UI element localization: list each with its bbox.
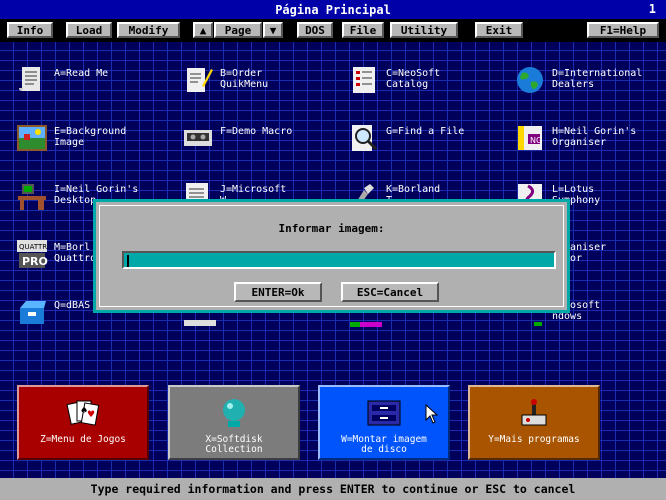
item-label: A=Read Me	[54, 68, 109, 79]
games-menu-label: Z=Menu de Jogos	[40, 434, 126, 445]
page-title: Página Principal	[275, 2, 391, 17]
svg-text:NG: NG	[530, 136, 542, 145]
item-label: H=Neil Gorin's Organiser	[552, 126, 637, 148]
item-label: F=Demo Macro	[220, 126, 293, 137]
file-button[interactable]: File	[342, 22, 384, 38]
modify-button[interactable]: Modify	[117, 22, 180, 38]
arrow-down-icon: ▼	[269, 23, 277, 37]
ok-label: ENTER=Ok	[251, 285, 305, 299]
cassette-icon	[184, 130, 212, 146]
svg-text:PRO: PRO	[22, 255, 48, 268]
softdisk-collection-button[interactable]: X=Softdisk Collection	[168, 385, 300, 460]
dialog-title: Informar imagem:	[278, 222, 385, 235]
dos-label: DOS	[305, 23, 325, 37]
cancel-button[interactable]: ESC=Cancel	[341, 282, 439, 302]
cancel-label: ESC=Cancel	[356, 285, 424, 299]
item-label: Q=dBAS	[54, 300, 91, 311]
status-text: Type required information and press ENTE…	[90, 482, 576, 496]
landscape-picture-icon	[17, 125, 47, 151]
info-button[interactable]: Info	[7, 22, 53, 38]
mount-disk-image-label: W=Montar imagem de disco	[341, 434, 427, 455]
text-cursor	[127, 255, 129, 267]
page-up-button[interactable]: ▲	[193, 22, 213, 38]
title-bar: Página Principal 1	[0, 0, 666, 19]
exit-button[interactable]: Exit	[475, 22, 523, 38]
games-menu-button[interactable]: ♠ ♥ Z=Menu de Jogos	[17, 385, 149, 460]
item-background-image[interactable]: E=Background Image	[0, 118, 160, 162]
modify-label: Modify	[128, 23, 169, 37]
page-label: Page	[224, 23, 252, 37]
item-international-dealers[interactable]: D=International Dealers	[498, 60, 658, 104]
item-demo-macro[interactable]: F=Demo Macro	[166, 118, 326, 162]
magnifier-icon	[352, 125, 378, 151]
input-dialog: Informar imagem: ENTER=Ok ESC=Cancel	[93, 199, 570, 313]
arrow-up-icon: ▲	[199, 23, 207, 37]
file-label: File	[349, 23, 377, 37]
page-button[interactable]: Page	[214, 22, 262, 38]
item-label: G=Find a File	[386, 126, 465, 137]
softdisk-collection-label: X=Softdisk Collection	[205, 434, 263, 455]
dos-button[interactable]: DOS	[297, 22, 333, 38]
utility-label: Utility	[400, 23, 448, 37]
menu-bar: Info Load Modify ▲ Page ▼ DOS File Utili…	[0, 19, 666, 42]
help-label: F1=Help	[599, 23, 647, 37]
item-label: C=NeoSoft Catalog	[386, 68, 441, 90]
svg-text:♥: ♥	[87, 410, 95, 420]
svg-text:QUATTRO: QUATTRO	[19, 243, 48, 251]
help-button[interactable]: F1=Help	[587, 22, 659, 38]
info-label: Info	[16, 23, 44, 37]
ok-button[interactable]: ENTER=Ok	[234, 282, 322, 302]
item-label: B=Order QuikMenu	[220, 68, 269, 90]
dialog-frame: Informar imagem: ENTER=Ok ESC=Cancel	[99, 205, 564, 307]
more-programs-button[interactable]: Y=Mais programas	[468, 385, 600, 460]
item-label: E=Background Image	[54, 126, 127, 148]
playing-cards-icon: ♠♥	[66, 400, 100, 426]
crystal-ball-icon	[223, 399, 245, 427]
quattro-pro-icon: QUATTRO PRO	[17, 240, 48, 268]
load-button[interactable]: Load	[66, 22, 112, 38]
load-label: Load	[75, 23, 103, 37]
utility-button[interactable]: Utility	[390, 22, 458, 38]
status-bar: Type required information and press ENTE…	[0, 478, 666, 500]
order-form-icon	[187, 68, 213, 92]
more-programs-label: Y=Mais programas	[488, 434, 580, 445]
item-label: D=International Dealers	[552, 68, 643, 90]
exit-label: Exit	[485, 23, 513, 37]
page-number: 1	[648, 2, 656, 16]
page-down-button[interactable]: ▼	[263, 22, 283, 38]
mouse-pointer-icon	[425, 404, 439, 424]
document-icon	[19, 67, 40, 91]
desk-icon	[18, 184, 46, 210]
globe-icon	[517, 67, 543, 93]
image-path-input[interactable]	[122, 251, 556, 269]
partial-icon	[184, 320, 216, 326]
item-find-a-file[interactable]: G=Find a File	[332, 118, 492, 162]
item-neil-gorin-organiser[interactable]: NG H=Neil Gorin's Organiser	[498, 118, 658, 162]
joystick-icon	[521, 399, 547, 426]
dbase-box-icon	[20, 301, 46, 324]
item-order-quikmenu[interactable]: B=Order QuikMenu	[166, 60, 326, 104]
partial-icon	[350, 322, 382, 327]
item-read-me[interactable]: A=Read Me	[0, 60, 160, 104]
item-neosoft-catalog[interactable]: C=NeoSoft Catalog	[332, 60, 492, 104]
catalog-icon	[353, 67, 375, 93]
item-label: M=Borl Quattro	[54, 242, 97, 264]
desktop-background: Página Principal 1 Info Load Modify ▲ Pa…	[0, 0, 666, 500]
disk-drive-icon	[367, 400, 401, 426]
organiser-icon: NG	[518, 126, 542, 150]
